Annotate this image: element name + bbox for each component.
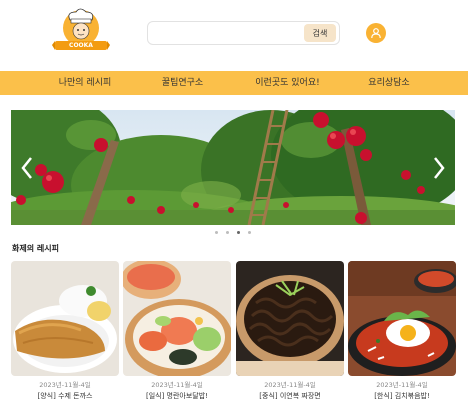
- carousel-prev-button[interactable]: [17, 155, 37, 181]
- recipe-image-tonkatsu: [11, 261, 119, 376]
- carousel-dot-active[interactable]: [237, 231, 240, 234]
- chevron-left-icon: [21, 157, 32, 179]
- carousel-dot[interactable]: [226, 231, 229, 234]
- apple-orchard-image: [11, 110, 455, 225]
- recipe-card[interactable]: 2023년-11월-4일 [중식] 이연복 짜장면: [236, 261, 344, 400]
- user-button[interactable]: [366, 23, 386, 43]
- recipe-date: 2023년-11월-4일: [39, 381, 91, 389]
- search-box: 검색: [147, 21, 340, 45]
- recipe-image-mentaiko-bowl: [123, 261, 231, 376]
- logo-text: COOKA: [69, 42, 93, 49]
- recipe-title: [일식] 명란아보달밥!: [145, 392, 208, 400]
- nav-item-cooking-consult[interactable]: 요리상담소: [348, 71, 430, 95]
- recipe-image-kimchi-fried-rice: [348, 261, 456, 376]
- chevron-right-icon: [434, 157, 445, 179]
- main-nav: 나만의 레시피 꿀팁연구소 이런곳도 있어요! 요리상담소: [0, 71, 468, 95]
- recipe-title: [한식] 김치볶음밥!: [374, 392, 430, 400]
- recipe-title: [양식] 수제 돈까스: [37, 392, 93, 400]
- recipe-card[interactable]: 2023년-11월-4일 [양식] 수제 돈까스: [11, 261, 119, 400]
- recipe-card[interactable]: 2023년-11월-4일 [일식] 명란아보달밥!: [123, 261, 231, 400]
- nav-item-places[interactable]: 이런곳도 있어요!: [240, 71, 335, 95]
- carousel-dots: [0, 229, 468, 235]
- recipe-date: 2023년-11월-4일: [264, 381, 316, 389]
- nav-item-tips-lab[interactable]: 꿀팁연구소: [140, 71, 225, 95]
- search-button[interactable]: 검색: [304, 24, 336, 42]
- section-title: 화제의 레시피: [12, 244, 59, 253]
- carousel-next-button[interactable]: [429, 155, 449, 181]
- header: COOKA 검색: [0, 0, 468, 70]
- carousel-dot[interactable]: [248, 231, 251, 234]
- search-input[interactable]: [154, 25, 304, 41]
- recipe-date: 2023년-11월-4일: [376, 381, 428, 389]
- user-icon: [371, 28, 381, 39]
- logo[interactable]: COOKA: [52, 8, 110, 56]
- recipe-date: 2023년-11월-4일: [151, 381, 203, 389]
- nav-item-my-recipes[interactable]: 나만의 레시피: [40, 71, 130, 95]
- recipe-title: [중식] 이연복 짜장면: [259, 392, 321, 400]
- hero-carousel[interactable]: [11, 110, 455, 225]
- recipe-image-jjajangmyeon: [236, 261, 344, 376]
- carousel-dot[interactable]: [215, 231, 218, 234]
- recipe-card[interactable]: 2023년-11월-4일 [한식] 김치볶음밥!: [348, 261, 456, 400]
